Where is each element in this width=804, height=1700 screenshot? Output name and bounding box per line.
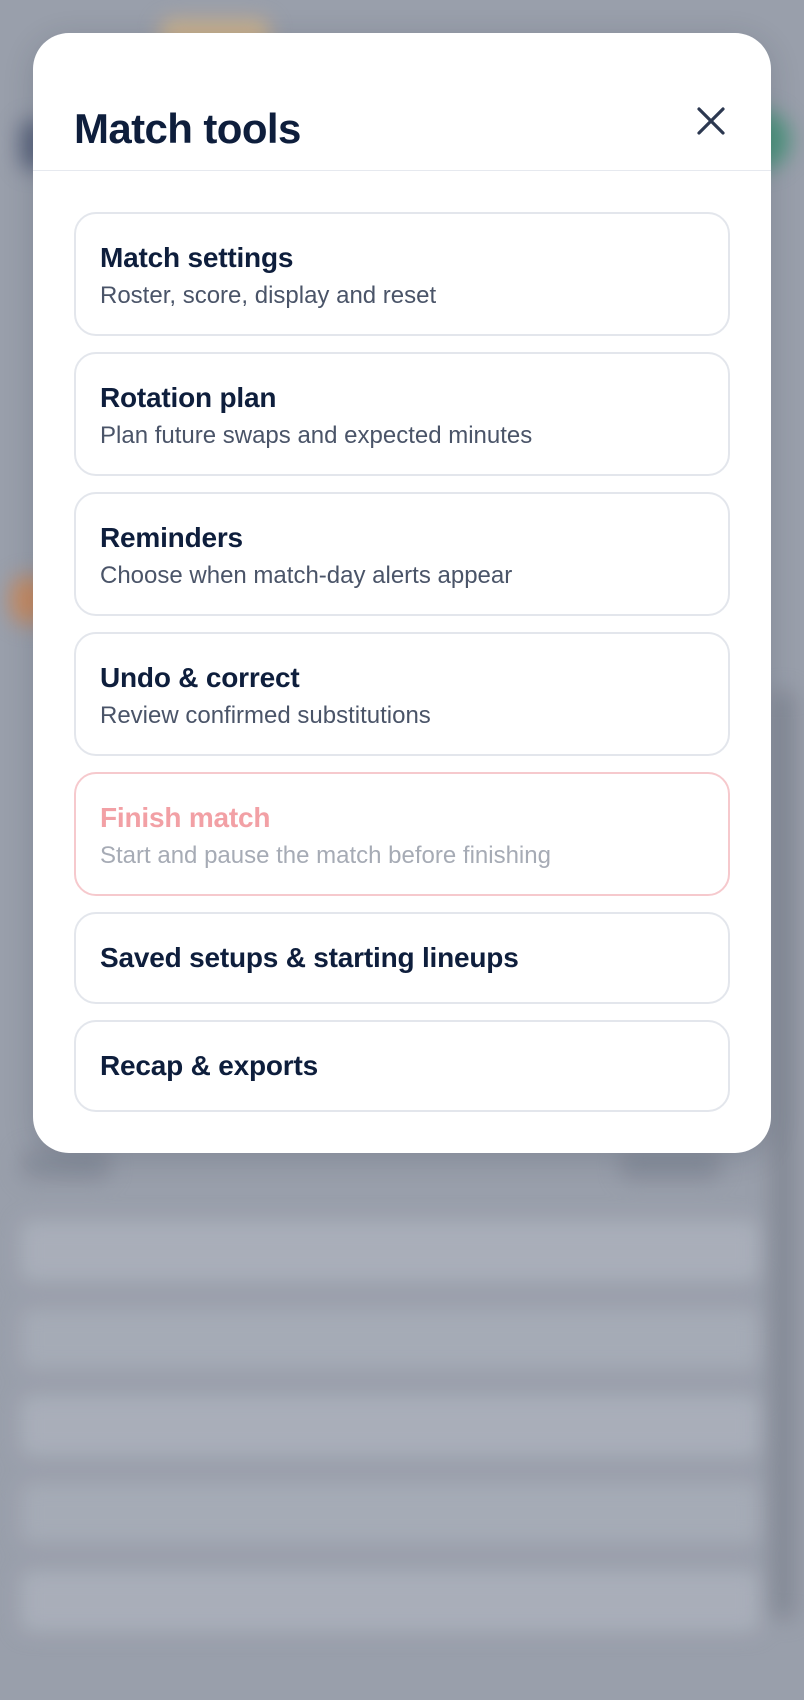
option-title: Reminders [100, 522, 243, 553]
saved-setups-option[interactable]: Saved setups & starting lineups [74, 912, 730, 1004]
undo-correct-option[interactable]: Undo & correct Review confirmed substitu… [74, 632, 730, 756]
modal-title: Match tools [74, 105, 301, 152]
option-title: Saved setups & starting lineups [100, 942, 519, 973]
option-subtitle: Start and pause the match before finishi… [100, 842, 551, 869]
tools-list: Match settings Roster, score, display an… [74, 212, 730, 1128]
option-title: Recap & exports [100, 1050, 318, 1081]
option-title: Finish match [100, 802, 271, 833]
option-subtitle: Review confirmed substitutions [100, 702, 431, 729]
modal-header: Match tools [33, 33, 771, 171]
recap-exports-option[interactable]: Recap & exports [74, 1020, 730, 1112]
reminders-option[interactable]: Reminders Choose when match-day alerts a… [74, 492, 730, 616]
match-settings-option[interactable]: Match settings Roster, score, display an… [74, 212, 730, 336]
finish-match-option: Finish match Start and pause the match b… [74, 772, 730, 896]
option-title: Undo & correct [100, 662, 300, 693]
close-button[interactable] [673, 83, 749, 159]
rotation-plan-option[interactable]: Rotation plan Plan future swaps and expe… [74, 352, 730, 476]
match-tools-modal: Match tools Match settings Roster, score… [33, 33, 771, 1153]
option-title: Rotation plan [100, 382, 277, 413]
close-icon [697, 107, 725, 135]
option-subtitle: Roster, score, display and reset [100, 282, 437, 309]
option-title: Match settings [100, 242, 294, 273]
option-subtitle: Plan future swaps and expected minutes [100, 422, 533, 449]
option-subtitle: Choose when match-day alerts appear [100, 562, 513, 589]
